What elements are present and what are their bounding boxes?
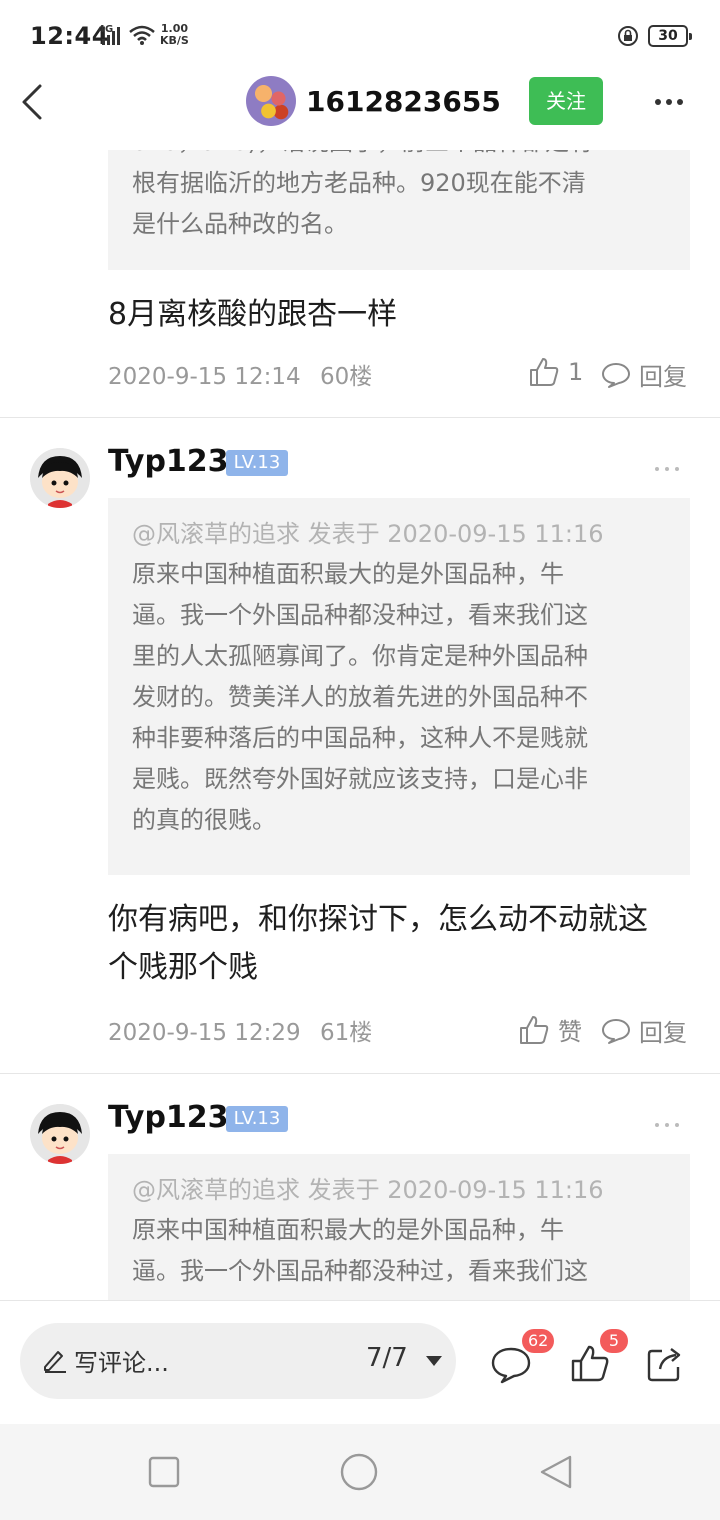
quote-line: 的真的很贱。 bbox=[132, 806, 276, 834]
comment-bubble-icon bbox=[602, 1018, 630, 1044]
share-button[interactable] bbox=[646, 1345, 684, 1383]
system-nav-bar bbox=[0, 1424, 720, 1520]
quote-line: 逼。我一个外国品种都没种过，看来我们这 bbox=[132, 601, 588, 629]
level-badge: LV.13 bbox=[226, 1106, 288, 1132]
commenter-avatar[interactable] bbox=[30, 1104, 90, 1164]
commenter-name[interactable]: Typ123 bbox=[108, 444, 229, 479]
post-meta: 2020-9-15 12:29 61楼 bbox=[108, 1013, 372, 1047]
back-arrow-icon[interactable] bbox=[14, 80, 54, 124]
post-more-icon[interactable] bbox=[652, 1112, 692, 1132]
comment-input[interactable]: 写评论... 7/7 bbox=[20, 1323, 456, 1399]
like-count: 1 bbox=[568, 358, 584, 386]
back-triangle-icon[interactable] bbox=[538, 1454, 574, 1490]
quote-line: 原来中国种植面积最大的是外国品种，牛 bbox=[132, 1216, 564, 1244]
pencil-icon bbox=[44, 1351, 66, 1373]
dropdown-triangle-icon[interactable] bbox=[426, 1356, 442, 1368]
comment-bubble-icon bbox=[491, 1347, 531, 1384]
reply-text: 8月离核酸的跟杏一样 bbox=[108, 297, 398, 332]
quote-line: 发财的。赞美洋人的放着先进的外国品种不 bbox=[132, 683, 588, 711]
reply-button[interactable]: 回复 bbox=[601, 1013, 687, 1048]
status-bar: 12:44 4G 1.00 KB/S 30 bbox=[0, 0, 720, 72]
more-options-icon[interactable] bbox=[652, 90, 692, 114]
quote-line: 逼。我一个外国品种都没种过，看来我们这 bbox=[132, 1257, 588, 1285]
rotation-lock-icon bbox=[618, 26, 638, 46]
comment-placeholder: 写评论... bbox=[74, 1349, 169, 1377]
avatar-illustration-icon bbox=[30, 448, 90, 508]
reply-text: 你有病吧，和你探讨下，怎么动不动就这 个贱那个贱 bbox=[108, 902, 648, 985]
post-meta: 2020-9-15 12:14 60楼 bbox=[108, 357, 372, 391]
bottom-action-bar: 写评论... 7/7 62 5 bbox=[0, 1300, 720, 1424]
page-indicator[interactable]: 7/7 bbox=[366, 1343, 408, 1373]
reply-label: 回复 bbox=[639, 363, 687, 391]
thumbs-up-icon bbox=[520, 1015, 549, 1044]
post-date: 2020-9-15 12:14 bbox=[108, 364, 301, 390]
follow-button[interactable]: 关注 bbox=[529, 77, 603, 125]
commenter-name[interactable]: Typ123 bbox=[108, 1100, 229, 1135]
quote-meta: @风滚草的追求 发表于 2020-09-15 11:16 bbox=[132, 520, 604, 548]
post-date: 2020-9-15 12:29 bbox=[108, 1020, 301, 1046]
recent-apps-icon[interactable] bbox=[148, 1456, 180, 1488]
commenter-avatar[interactable] bbox=[30, 448, 90, 508]
like-label: 赞 bbox=[558, 1018, 582, 1046]
network-speed: 1.00 KB/S bbox=[160, 22, 189, 47]
post-floor: 61楼 bbox=[319, 1020, 373, 1046]
divider bbox=[0, 1073, 720, 1074]
quoted-comment: @风滚草的追求 发表于 2020-09-15 11:16 原来中国种植面积最大的… bbox=[108, 1154, 690, 1300]
quote-meta: @风滚草的追求 发表于 2020-09-15 11:16 bbox=[132, 1176, 604, 1204]
signal-icon bbox=[102, 27, 120, 45]
quote-line: 里的人太孤陋寡闻了。你肯定是种外国品种 bbox=[132, 642, 588, 670]
reply-label: 回复 bbox=[639, 1019, 687, 1047]
quote-line: 是什么品种改的名。 bbox=[132, 210, 348, 238]
comment-thread: 826，920)，话说回了，前三个品种都是有 根有据临沂的地方老品种。920现在… bbox=[0, 150, 720, 1300]
post-more-icon[interactable] bbox=[652, 456, 692, 476]
comments-button[interactable] bbox=[490, 1345, 532, 1385]
thumbs-up-icon bbox=[530, 358, 559, 386]
battery-indicator: 30 bbox=[648, 25, 692, 47]
comment-bubble-icon bbox=[602, 362, 630, 388]
like-button[interactable]: 赞 bbox=[518, 1012, 582, 1047]
author-avatar[interactable] bbox=[246, 76, 296, 126]
quote-line: 826，920)，话说回了，前三个品种都是有 bbox=[132, 150, 666, 163]
top-nav-bar: 1612823655 关注 bbox=[0, 72, 720, 150]
like-count-badge: 5 bbox=[600, 1329, 628, 1353]
avatar-illustration-icon bbox=[30, 1104, 90, 1164]
post-floor: 60楼 bbox=[319, 364, 373, 390]
like-button[interactable]: 1 bbox=[528, 356, 583, 388]
quote-line: 是贱。既然夸外国好就应该支持，口是心非 bbox=[132, 765, 588, 793]
quote-line: 种非要种落后的中国品种，这种人不是贱就 bbox=[132, 724, 588, 752]
quote-line: 根有据临沂的地方老品种。920现在能不清 bbox=[132, 169, 586, 197]
quote-line: 原来中国种植面积最大的是外国品种，牛 bbox=[132, 560, 564, 588]
quoted-comment: 826，920)，话说回了，前三个品种都是有 根有据临沂的地方老品种。920现在… bbox=[108, 150, 690, 270]
reply-button[interactable]: 回复 bbox=[601, 357, 687, 392]
wifi-icon bbox=[129, 25, 155, 45]
author-name[interactable]: 1612823655 bbox=[306, 85, 501, 118]
level-badge: LV.13 bbox=[226, 450, 288, 476]
share-icon bbox=[647, 1348, 681, 1382]
comment-count-badge: 62 bbox=[522, 1329, 555, 1353]
divider bbox=[0, 417, 720, 418]
home-icon[interactable] bbox=[340, 1453, 378, 1491]
quoted-comment: @风滚草的追求 发表于 2020-09-15 11:16 原来中国种植面积最大的… bbox=[108, 498, 690, 875]
